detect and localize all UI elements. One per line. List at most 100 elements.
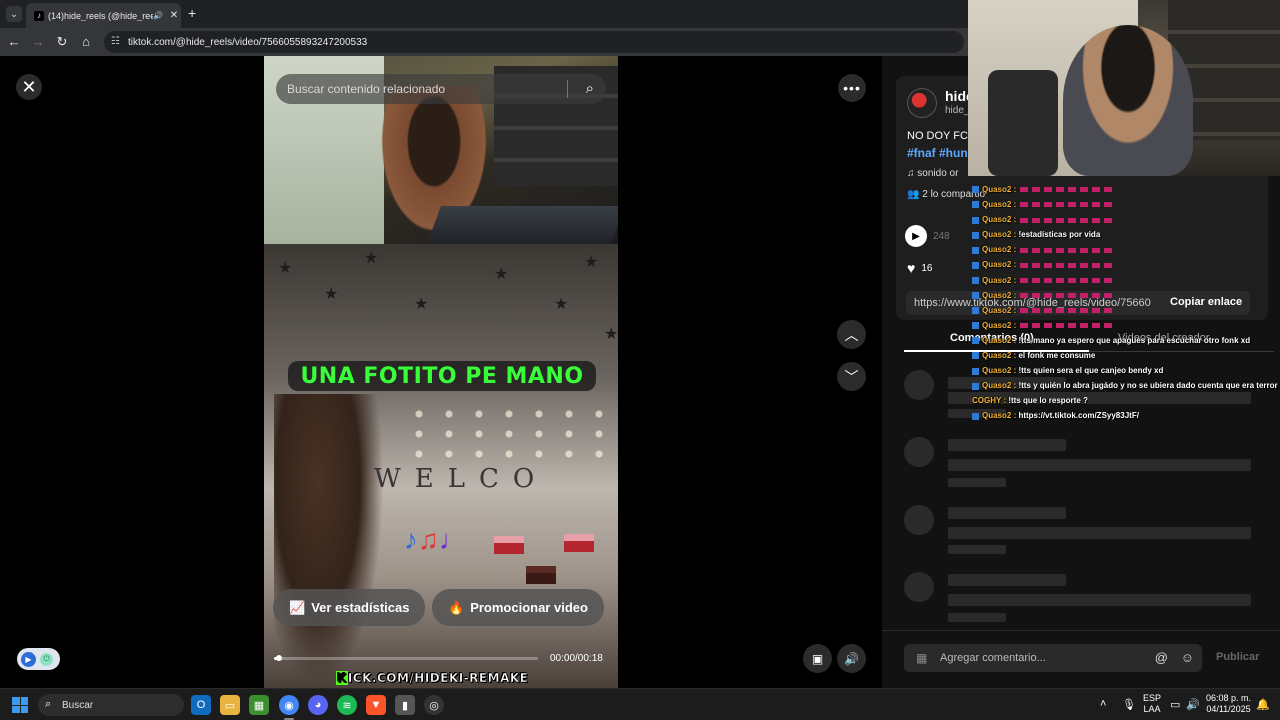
chat-emote-icon <box>1020 277 1029 283</box>
avatar[interactable] <box>907 88 937 118</box>
chat-emote-icon <box>1104 323 1113 329</box>
microphone-icon[interactable]: 🎙 <box>1122 698 1136 711</box>
new-tab-button[interactable]: + <box>188 5 196 21</box>
plays-stat[interactable]: ▶ 248 <box>905 225 950 247</box>
file-explorer-icon[interactable]: ▭ <box>220 695 240 715</box>
chat-emote-icon <box>1068 323 1077 329</box>
video-progress-bar[interactable] <box>274 655 538 661</box>
skeleton-avatar <box>904 437 934 467</box>
home-icon[interactable]: ⌂ <box>78 34 94 49</box>
volume-tray-icon[interactable]: 🔊 <box>1186 698 1200 711</box>
play-icon[interactable]: ▶ <box>905 225 927 247</box>
chat-emote-icon <box>1080 293 1089 299</box>
power-icon[interactable]: ⏻ <box>40 652 53 666</box>
site-info-icon[interactable]: ☷ <box>111 36 120 47</box>
more-options-icon[interactable]: ••• <box>838 74 866 102</box>
chat-emote-icon <box>1104 247 1113 253</box>
language-indicator[interactable]: ESP LAA <box>1143 693 1161 715</box>
chat-emote-icon <box>1020 217 1029 223</box>
chat-username: Quaso2 : <box>982 305 1019 315</box>
discord-icon[interactable]: ◕ <box>308 695 328 715</box>
emoji-icon[interactable]: ☺ <box>1181 650 1194 665</box>
obs-icon[interactable]: ◎ <box>424 695 444 715</box>
previous-video-icon[interactable]: ︿ <box>837 320 866 349</box>
chat-badge-icon <box>972 382 979 390</box>
audio-playing-icon[interactable]: 🔊 <box>153 11 163 20</box>
chat-emote-icon <box>1092 308 1101 314</box>
taskbar-search[interactable]: ⌕ Buscar <box>38 694 184 716</box>
volume-icon[interactable]: 🔊 <box>837 644 866 673</box>
reload-icon[interactable]: ↻ <box>54 34 70 50</box>
spotify-icon[interactable]: ≋ <box>337 695 357 715</box>
chat-username: Quaso2 : <box>982 381 1019 391</box>
forward-icon[interactable]: → <box>30 34 46 49</box>
chat-emote-icon <box>1056 293 1065 299</box>
skeleton-line <box>948 594 1251 606</box>
chat-username: Quaso2 : <box>982 320 1019 330</box>
image-icon[interactable]: ▦ <box>916 651 927 665</box>
usb-device-icon[interactable]: ▮ <box>395 695 415 715</box>
floating-player-icon[interactable]: ▣ <box>803 644 832 673</box>
taskbar-search-label: Buscar <box>62 699 94 711</box>
chat-username: Quaso2 : <box>982 411 1019 421</box>
clock-time: 06:08 p. m. <box>1206 693 1252 703</box>
related-search-input[interactable]: Buscar contenido relacionado ⌕ <box>276 74 606 104</box>
chat-emote-icon <box>1032 202 1041 208</box>
chat-emote-icon <box>1044 247 1053 253</box>
post-sound[interactable]: ♫ sonido or <box>907 168 958 179</box>
chat-emote-icon <box>1056 262 1065 268</box>
publish-button[interactable]: Publicar <box>1216 651 1259 663</box>
post-hashtags[interactable]: #fnaf #hun <box>907 146 968 160</box>
chrome-icon[interactable]: ◉ <box>279 695 299 720</box>
heart-icon[interactable]: ♥ <box>907 260 915 276</box>
chat-emote-icon <box>1032 217 1041 223</box>
chat-emote-icon <box>1080 247 1089 253</box>
search-icon[interactable]: ⌕ <box>586 80 594 97</box>
chat-username: Quaso2 : <box>982 366 1019 376</box>
minecraft-icon[interactable]: ▦ <box>249 695 269 715</box>
extension-play-icon[interactable]: ▶ <box>21 651 36 667</box>
chat-emote-icon <box>1032 277 1041 283</box>
stream-chat-overlay: Quaso2 : Quaso2 : Quaso2 : Quaso2 : !est… <box>972 182 1280 424</box>
chat-emote-icon <box>1020 323 1029 329</box>
clock[interactable]: 06:08 p. m. 04/11/2025 <box>1206 693 1251 715</box>
tray-chevron-icon[interactable]: ˄ <box>1100 698 1106 710</box>
chat-badge-icon <box>972 412 979 420</box>
address-bar[interactable]: ☷ tiktok.com/@hide_reels/video/756605589… <box>104 31 964 53</box>
chat-text: !tts quien sera el que canjeo bendy xd <box>1018 366 1164 376</box>
brave-icon[interactable]: ▼ <box>366 695 386 715</box>
outlook-icon[interactable]: O <box>191 695 211 715</box>
browser-tab[interactable]: ♪ (14)hide_reels (@hide_reels 🔊 ✕ <box>26 3 181 28</box>
chat-emote-icon <box>1068 262 1077 268</box>
language-layout: LAA <box>1143 704 1161 714</box>
chat-emote-icon <box>1068 217 1077 223</box>
chat-message: Quaso2 : !estadísticas por vida <box>972 227 1280 242</box>
notifications-icon[interactable]: 🔔 <box>1256 698 1270 711</box>
tab-close-icon[interactable]: ✕ <box>167 10 181 21</box>
chat-username: Quaso2 : <box>982 185 1019 194</box>
tab-search-chevron-icon[interactable]: ⌄ <box>6 6 22 22</box>
chat-emote-icon <box>1080 308 1089 314</box>
chat-text: !tts que lo resporte ? <box>1008 396 1088 406</box>
network-icon[interactable]: ▭ <box>1170 698 1180 711</box>
chat-emote-icon <box>1080 202 1089 208</box>
chat-emote-icon <box>1080 262 1089 268</box>
windows-start-icon[interactable] <box>12 697 28 713</box>
chat-emote-icon <box>1068 277 1077 283</box>
chat-emote-icon <box>1044 187 1053 193</box>
comment-input[interactable]: ▦ Agregar comentario... @ ☺ <box>904 644 1202 672</box>
view-stats-button[interactable]: 📈 Ver estadísticas <box>273 589 426 626</box>
chat-emote-icon <box>1104 217 1113 223</box>
promote-video-button[interactable]: 🔥 Promocionar video <box>432 589 604 626</box>
chat-badge-icon <box>972 276 979 284</box>
next-video-icon[interactable]: ﹀ <box>837 362 866 391</box>
close-icon[interactable]: ✕ <box>16 74 42 100</box>
back-icon[interactable]: ← <box>6 34 22 49</box>
mention-icon[interactable]: @ <box>1155 650 1168 665</box>
likes-stat[interactable]: ♥ 16 <box>907 260 932 276</box>
chat-text: !estadísticas por vida <box>1018 230 1101 240</box>
skeleton-avatar <box>904 505 934 535</box>
extension-widget[interactable]: ▶ ⏻ <box>17 648 60 670</box>
chat-emote-icon <box>1032 308 1041 314</box>
chat-username: Quaso2 : <box>982 200 1019 210</box>
